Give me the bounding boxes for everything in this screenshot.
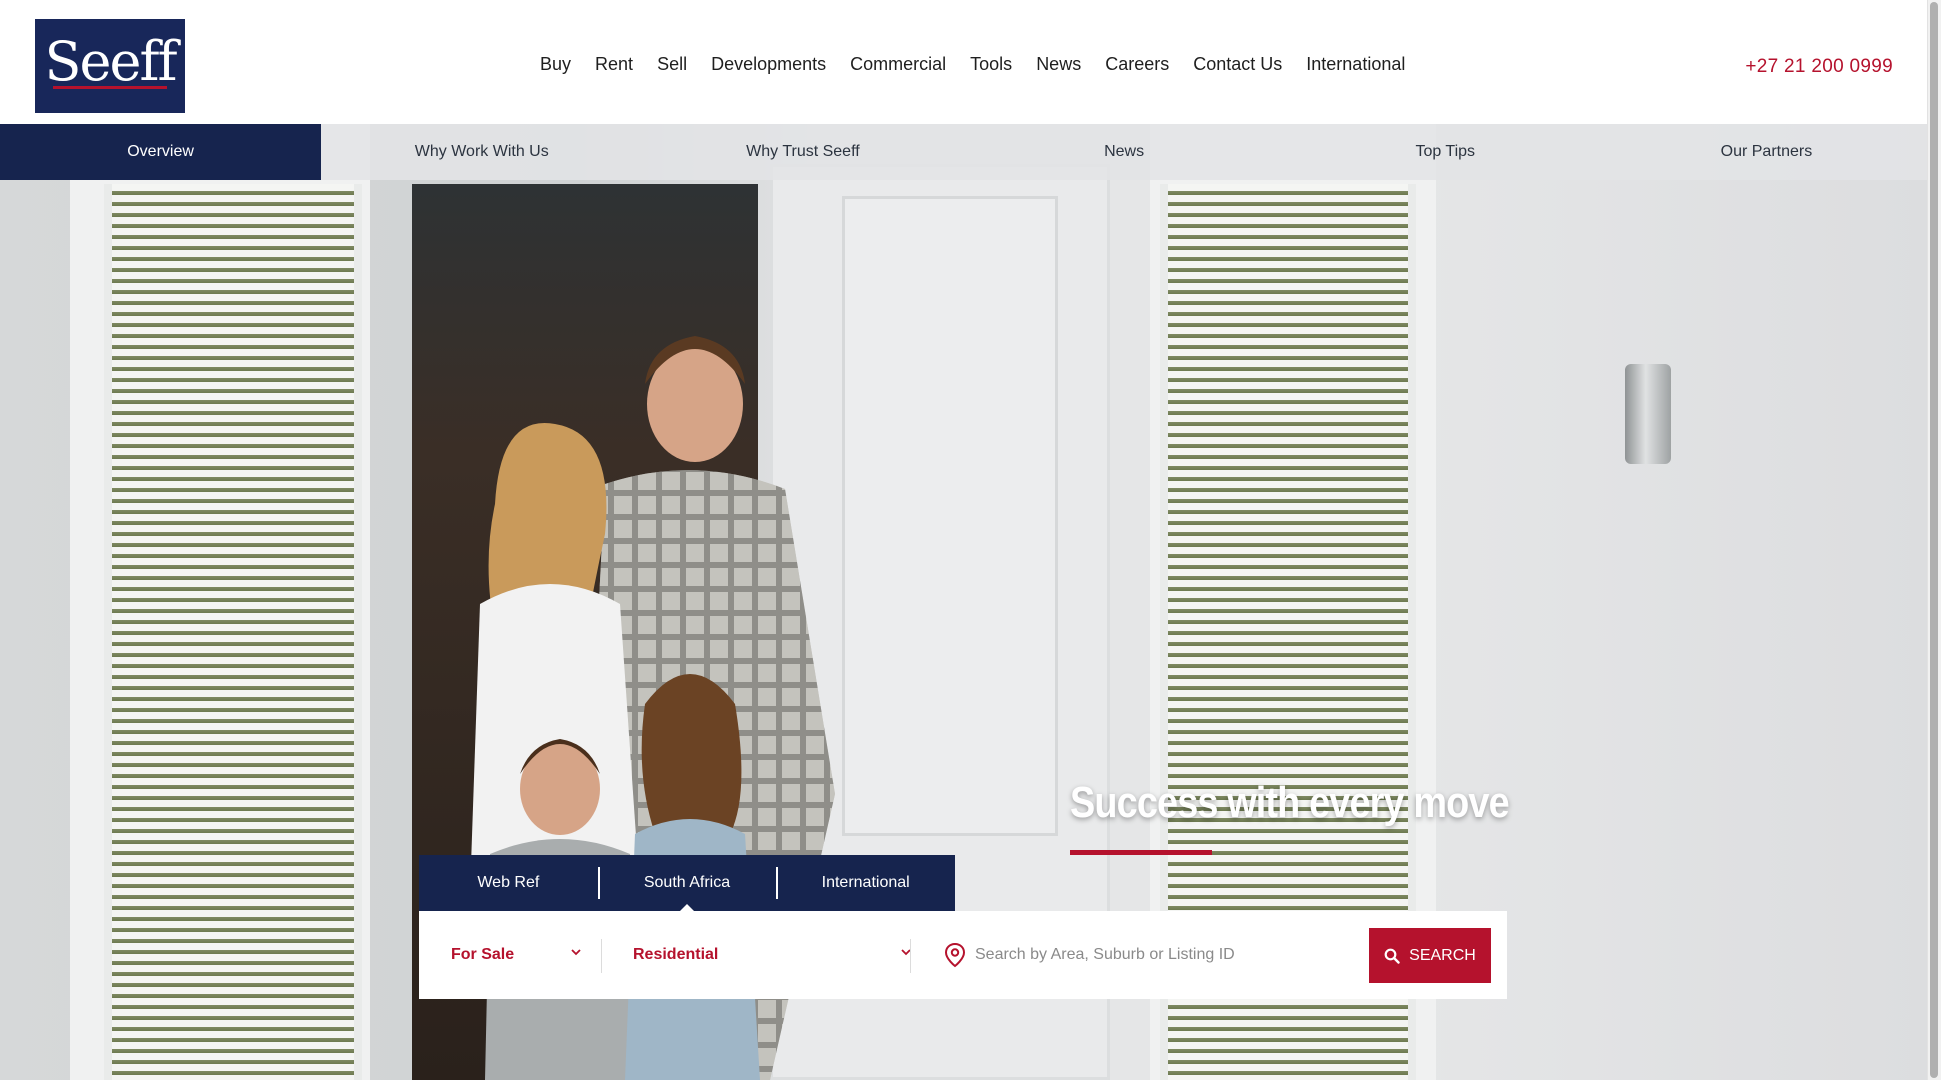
listing-type-select[interactable]: For Sale [451,939,581,971]
main-nav: Buy Rent Sell Developments Commercial To… [540,54,1429,75]
nav-developments[interactable]: Developments [711,54,826,75]
tagline-accent-bar [1070,850,1212,855]
listing-type-value: For Sale [451,946,515,963]
logo-underline [53,86,167,89]
nav-contact-us[interactable]: Contact Us [1193,54,1282,75]
chevron-down-icon [571,949,581,956]
search-region-tabs: Web Ref South Africa International [419,855,955,912]
tab-why-work-with-us[interactable]: Why Work With Us [321,124,642,180]
scrollbar-thumb[interactable] [1930,2,1938,1078]
search-divider [601,939,602,973]
property-type-value: Residential [633,946,719,963]
seeff-logo[interactable]: Seeff [35,19,185,113]
search-button[interactable]: SEARCH [1369,928,1491,983]
page-scrollbar[interactable] [1927,0,1941,1080]
site-header: Seeff Buy Rent Sell Developments Commerc… [0,0,1927,124]
nav-commercial[interactable]: Commercial [850,54,946,75]
search-divider [910,939,911,973]
left-window-shutter [104,184,362,1080]
search-input[interactable] [975,937,1365,973]
nav-tools[interactable]: Tools [970,54,1012,75]
nav-international[interactable]: International [1306,54,1405,75]
search-icon [1384,948,1400,964]
search-tab-international[interactable]: International [776,855,955,911]
tab-our-partners[interactable]: Our Partners [1606,124,1927,180]
nav-news[interactable]: News [1036,54,1081,75]
logo-text: Seeff [44,30,178,93]
map-pin-icon [944,942,966,968]
tab-top-tips[interactable]: Top Tips [1285,124,1606,180]
search-tab-web-ref[interactable]: Web Ref [419,855,598,911]
search-button-label: SEARCH [1409,946,1476,964]
search-tab-south-africa[interactable]: South Africa [597,855,777,912]
tab-news[interactable]: News [964,124,1285,180]
tab-why-trust-seeff[interactable]: Why Trust Seeff [642,124,963,180]
nav-careers[interactable]: Careers [1105,54,1169,75]
nav-buy[interactable]: Buy [540,54,571,75]
property-type-select[interactable]: Residential [633,939,911,971]
phone-number[interactable]: +27 21 200 0999 [1745,56,1893,78]
property-search-bar: For Sale Residential SEARCH [419,911,1507,999]
nav-rent[interactable]: Rent [595,54,633,75]
nav-sell[interactable]: Sell [657,54,687,75]
hero-tagline: Success with every move [1070,778,1510,827]
sub-navigation: Overview Why Work With Us Why Trust Seef… [0,124,1927,180]
wall-lamp [1625,364,1671,464]
tab-overview[interactable]: Overview [0,124,322,180]
